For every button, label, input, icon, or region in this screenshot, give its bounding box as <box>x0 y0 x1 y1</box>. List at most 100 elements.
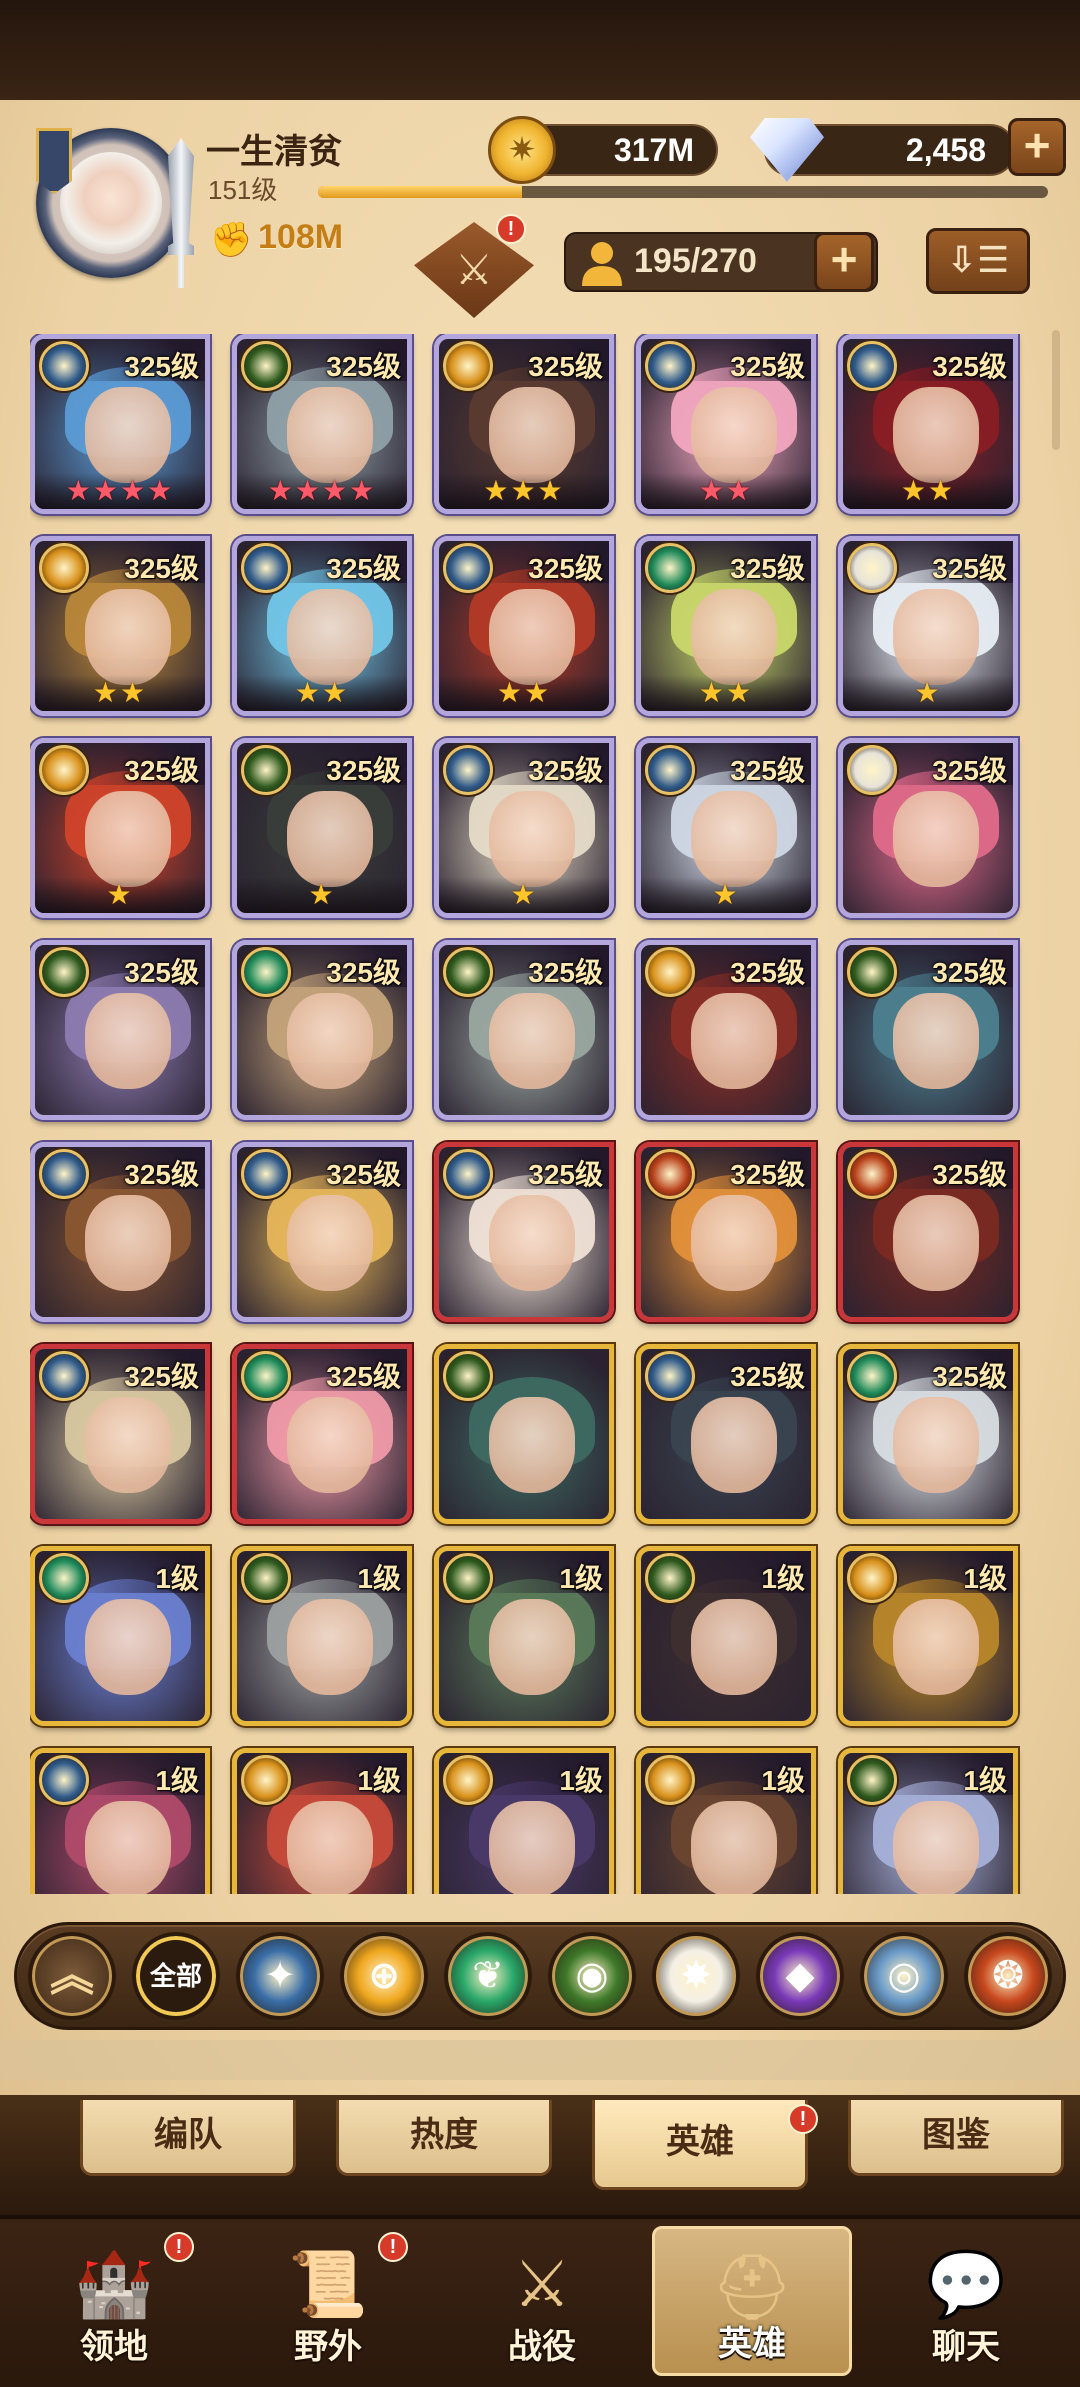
wilder-faction-icon <box>241 1351 291 1401</box>
hero-card[interactable]: 1级 <box>434 1748 614 1894</box>
hero-card[interactable]: 325级 ★★★★ <box>30 334 210 514</box>
mauler-faction-icon: ◆ <box>785 1955 815 1997</box>
hero-card[interactable]: 325级 <box>232 1344 412 1524</box>
graveborn-faction-icon <box>645 1553 695 1603</box>
hero-card[interactable]: 325级 ★★★★ <box>232 334 412 514</box>
hero-card[interactable]: 325级 <box>30 1142 210 1322</box>
hero-level: 325级 <box>932 1159 1007 1190</box>
hero-card[interactable]: 325级 <box>838 1344 1018 1524</box>
subtab-2[interactable]: 英雄 <box>592 2100 808 2190</box>
hero-card[interactable]: 1级 <box>838 1546 1018 1726</box>
nav-label: 领地 <box>80 2328 148 2366</box>
hypogean-faction-icon <box>645 1149 695 1199</box>
hero-card[interactable]: 325级 <box>636 1344 816 1524</box>
nav-label: 聊天 <box>932 2328 1000 2366</box>
emblem-alert-badge: ! <box>496 214 526 244</box>
hero-grid[interactable]: 325级 ★★★★ 325级 ★★★★ 325级 ★★★ 325级 ★★ 325级 ★★ 325级 ★… <box>30 334 1030 1894</box>
celestial-faction-icon <box>39 1351 89 1401</box>
buy-gems-button[interactable]: + <box>1008 118 1066 176</box>
star-rating: ★★★★ <box>237 473 407 509</box>
hero-card[interactable]: 325级 ★★ <box>636 536 816 716</box>
hero-card[interactable]: 325级 ★★ <box>838 334 1018 514</box>
lightbearer-faction-icon <box>645 947 695 997</box>
filter-graveborn-button[interactable]: ◉ <box>548 1932 636 2020</box>
hero-card[interactable]: 325级 <box>232 1142 412 1322</box>
hero-face <box>893 1801 979 1894</box>
hero-card[interactable] <box>434 1344 614 1524</box>
star-rating: ★ <box>35 877 205 913</box>
filter-mauler-button[interactable]: ◆ <box>756 1932 844 2020</box>
hero-card[interactable]: 1级 <box>30 1748 210 1894</box>
subtab-1[interactable]: 热度 <box>336 2100 552 2176</box>
hero-card[interactable]: 325级 <box>232 940 412 1120</box>
hero-card[interactable]: 1级 <box>30 1546 210 1726</box>
sort-icon: ⇩☰ <box>946 239 1010 280</box>
hero-card[interactable]: 1级 <box>232 1546 412 1726</box>
subtab-3[interactable]: 图鉴 <box>848 2100 1064 2176</box>
hero-card[interactable]: 325级 ★ <box>434 738 614 918</box>
power-value: 108M <box>258 218 344 256</box>
filter-lightbearer-button[interactable]: ⊕ <box>340 1932 428 2020</box>
sort-button[interactable]: ⇩☰ <box>926 228 1030 294</box>
hero-level: 325级 <box>730 1361 805 1392</box>
hero-card[interactable]: 325级 <box>838 1142 1018 1322</box>
wilder-faction-icon: ❦ <box>472 1955 504 1997</box>
hero-card[interactable]: 1级 <box>838 1748 1018 1894</box>
filter-tidal-button[interactable]: ◎ <box>860 1932 948 2020</box>
hero-card[interactable]: 325级 <box>636 940 816 1120</box>
hero-face <box>893 387 979 483</box>
expand-roster-button[interactable]: + <box>814 232 874 292</box>
hero-card[interactable]: 325级 <box>838 940 1018 1120</box>
hero-card[interactable]: 325级 ★★ <box>232 536 412 716</box>
nav-sword-wings[interactable]: ⚔ 战役 <box>442 2226 642 2376</box>
hero-card[interactable]: 325级 ★★ <box>30 536 210 716</box>
hero-card[interactable]: 1级 <box>232 1748 412 1894</box>
hero-level: 1级 <box>155 1563 199 1594</box>
nav-helmet[interactable]: ⛑ 英雄 <box>652 2226 852 2376</box>
hero-card[interactable]: 325级 ★★★ <box>434 334 614 514</box>
filter-collapse-button[interactable]: ︽ <box>28 1932 116 2020</box>
hero-card[interactable]: 325级 <box>838 738 1018 918</box>
star-rating: ★ <box>237 877 407 913</box>
wilder-faction-icon <box>847 1351 897 1401</box>
hero-face <box>287 1801 373 1894</box>
graveborn-faction-icon <box>241 745 291 795</box>
filter-all-button[interactable]: 全部 <box>132 1932 220 2020</box>
filter-celestial-button[interactable]: ✦ <box>236 1932 324 2020</box>
hero-card[interactable]: 325级 ★ <box>30 738 210 918</box>
hero-face <box>85 387 171 483</box>
hero-level: 325级 <box>124 351 199 382</box>
hero-face <box>489 589 575 685</box>
hero-card[interactable]: 325级 <box>636 1142 816 1322</box>
hero-card[interactable]: 325级 ★★ <box>636 334 816 514</box>
subtab-0[interactable]: 编队 <box>80 2100 296 2176</box>
hero-card[interactable]: 325级 <box>434 1142 614 1322</box>
hero-level: 325级 <box>730 1159 805 1190</box>
celestial-faction-icon <box>645 341 695 391</box>
nav-label: 英雄 <box>718 2325 786 2363</box>
graveborn-faction-icon <box>241 341 291 391</box>
hero-card[interactable]: 1级 <box>636 1546 816 1726</box>
hero-card[interactable]: 1级 <box>636 1748 816 1894</box>
filter-wilder-button[interactable]: ❦ <box>444 1932 532 2020</box>
hero-card[interactable]: 325级 ★ <box>636 738 816 918</box>
hero-card[interactable]: 325级 ★ <box>232 738 412 918</box>
hero-card[interactable]: 325级 ★ <box>838 536 1018 716</box>
filter-hypogean-button[interactable]: ❂ <box>964 1932 1052 2020</box>
divider-strip <box>0 2040 1080 2080</box>
graveborn-faction-icon <box>443 1351 493 1401</box>
hero-level: 1级 <box>559 1765 603 1796</box>
star-rating: ★★★★ <box>35 473 205 509</box>
grid-scrollbar[interactable] <box>1052 330 1060 450</box>
hero-card[interactable]: 325级 ★★ <box>434 536 614 716</box>
hero-level: 325级 <box>528 957 603 988</box>
hero-card[interactable]: 325级 <box>30 1344 210 1524</box>
hero-card[interactable]: 325级 <box>30 940 210 1120</box>
celestial-faction-icon <box>443 1149 493 1199</box>
celestial-faction-icon <box>645 1351 695 1401</box>
filter-dimensional-button[interactable]: ✸ <box>652 1932 740 2020</box>
hero-card[interactable]: 325级 <box>434 940 614 1120</box>
nav-chat-bubble[interactable]: 💬 聊天 <box>866 2226 1066 2376</box>
hero-card[interactable]: 1级 <box>434 1546 614 1726</box>
star-rating: ★★ <box>641 675 811 711</box>
